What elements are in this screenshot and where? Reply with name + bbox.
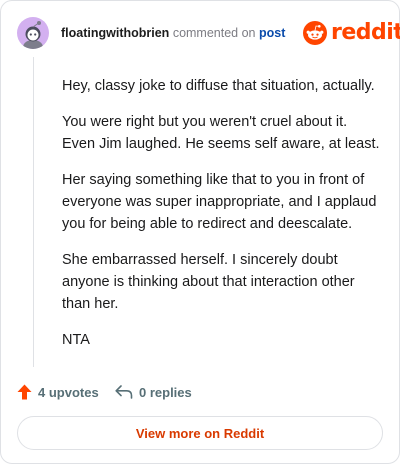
comment-paragraph: She embarrassed herself. I sincerely dou…: [62, 252, 355, 312]
snoo-avatar-icon[interactable]: [17, 17, 49, 49]
view-more-label: View more on Reddit: [135, 425, 265, 441]
upvote-arrow-icon: [17, 384, 32, 400]
reply-count: 0 replies: [139, 384, 192, 400]
author-line: floatingwithobrien commented on post: [61, 26, 285, 40]
author-link[interactable]: floatingwithobrien: [61, 26, 169, 40]
upvote-button[interactable]: 4 upvotes: [17, 381, 99, 403]
reddit-logo-icon: [303, 21, 327, 45]
reply-arrow-icon: [115, 385, 133, 399]
comment-paragraph: You were right but you weren't cruel abo…: [62, 114, 380, 152]
comment-paragraph: Hey, classy joke to diffuse that situati…: [62, 78, 375, 94]
reddit-wordmark: reddit: [331, 20, 400, 45]
comment-header: floatingwithobrien commented on post red…: [17, 17, 400, 51]
thread-line: [33, 57, 34, 367]
post-link[interactable]: post: [259, 26, 285, 40]
embedded-comment-card: floatingwithobrien commented on post red…: [0, 0, 400, 464]
upvote-count: 4 upvotes: [38, 384, 99, 400]
replies-button[interactable]: 0 replies: [115, 381, 192, 403]
action-text: commented on: [172, 26, 256, 40]
view-more-button[interactable]: View more on Reddit: [17, 416, 383, 450]
comment-paragraph: NTA: [62, 332, 90, 348]
comment-body: Hey, classy joke to diffuse that situati…: [62, 75, 384, 365]
comment-footer: 4 upvotes 0 replies: [17, 381, 317, 403]
comment-paragraph: Her saying something like that to you in…: [62, 172, 377, 232]
reddit-logo[interactable]: reddit: [303, 19, 400, 49]
